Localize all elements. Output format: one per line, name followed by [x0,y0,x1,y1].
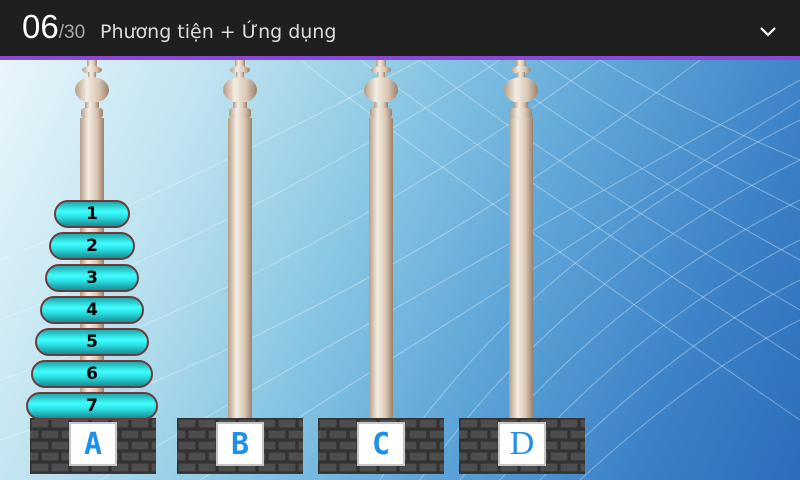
pole-label: D [509,425,535,462]
disk-number: 3 [86,268,98,288]
disk-number: 2 [86,236,98,256]
disk-number: 6 [86,364,98,384]
pole-label-box: B [216,422,264,466]
pole-c[interactable] [356,60,406,422]
pole-base-b[interactable]: B [177,418,303,474]
pole-d[interactable] [496,60,546,422]
top-bar: 06/30 Phương tiện + Ứng dụng [0,0,800,56]
disk-6[interactable]: 6 [30,360,154,388]
disk-number: 5 [86,332,98,352]
disk-5[interactable]: 5 [35,328,149,356]
disk-1[interactable]: 1 [54,200,130,228]
disk-2[interactable]: 2 [49,232,135,260]
pole-label: A [83,426,103,462]
pole-label: C [371,426,391,462]
disk-4[interactable]: 4 [40,296,144,324]
disk-7[interactable]: 7 [26,392,158,420]
disk-3[interactable]: 3 [44,264,140,292]
disk-number: 4 [86,300,98,320]
game-board: A 1 2 3 4 5 6 7 B C D [0,60,800,480]
pole-label-box: A [69,422,117,466]
disk-number: 7 [86,396,98,416]
pole-base-a[interactable]: A [30,418,156,474]
pole-b[interactable] [215,60,265,422]
pole-base-d[interactable]: D [459,418,585,474]
chevron-down-icon[interactable] [758,24,778,40]
category-title: Phương tiện + Ứng dụng [100,21,337,43]
pole-label-box: C [357,422,405,466]
disk-number: 1 [86,204,98,224]
pole-base-c[interactable]: C [318,418,444,474]
current-question-number: 06 [22,8,59,45]
pole-label: B [230,426,250,462]
pole-label-box: D [498,422,546,466]
total-questions: /30 [58,22,86,43]
question-counter: 06/30 [22,8,85,46]
